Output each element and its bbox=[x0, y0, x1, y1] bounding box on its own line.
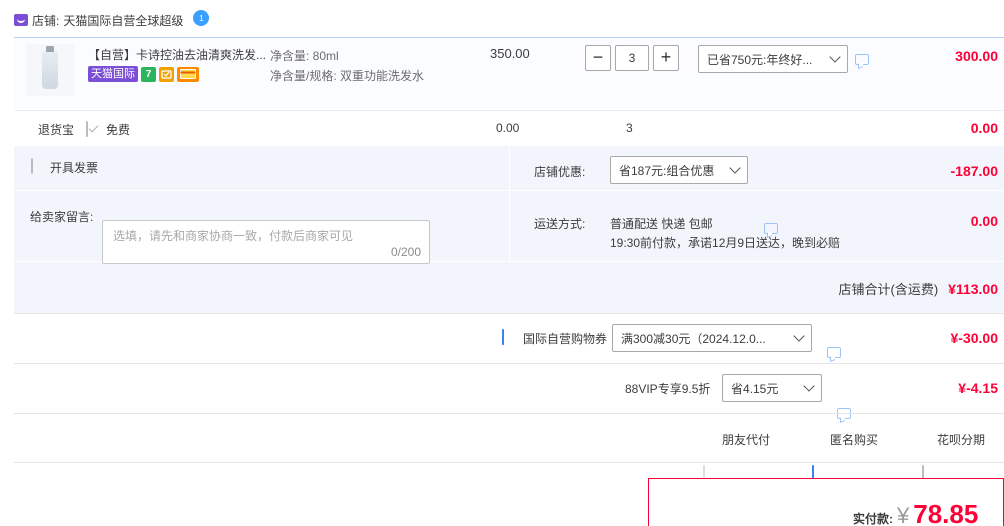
friend-pay-label: 朋友代付 bbox=[722, 433, 771, 447]
item-discount-value: 已省750元:年终好... bbox=[707, 52, 813, 67]
vip-discount-value: 省4.15元 bbox=[731, 381, 779, 396]
chat-badge: 1 bbox=[199, 13, 204, 23]
shop-name[interactable]: 天猫国际自营全球超级 bbox=[63, 12, 183, 29]
payment-summary: 实付款: ¥ 78.85 bbox=[648, 478, 1004, 526]
shipping-label: 运送方式: bbox=[534, 217, 586, 231]
order-details-panel: 开具发票 给卖家留言: 选填，请先和商家协商一致，付款后商家可见 0/200 店… bbox=[14, 146, 1004, 313]
discount-info-icon[interactable] bbox=[855, 54, 869, 65]
return-insurance-checkbox[interactable] bbox=[86, 121, 88, 137]
payment-label: 实付款: bbox=[853, 512, 893, 526]
shop-discount-label: 店铺优惠: bbox=[534, 165, 586, 179]
message-counter: 0/200 bbox=[390, 245, 421, 259]
unit-price: 350.00 bbox=[490, 46, 530, 61]
quantity-input[interactable]: 3 bbox=[615, 45, 649, 71]
item-subtotal: 300.00 bbox=[955, 48, 998, 64]
product-thumbnail[interactable] bbox=[26, 44, 74, 96]
spec-volume: 净含量: 80ml bbox=[270, 49, 339, 63]
shipping-promise: 19:30前付款，承诺12月9日送达，晚到必赔 bbox=[610, 236, 841, 250]
intl-coupon-info-icon[interactable] bbox=[827, 347, 841, 358]
chevron-down-icon bbox=[793, 329, 805, 342]
shipping-amount: 0.00 bbox=[970, 213, 998, 229]
divider bbox=[14, 413, 1004, 414]
shop-discount-amount: -187.00 bbox=[950, 163, 998, 179]
shop-discount-info-icon[interactable] bbox=[764, 223, 778, 234]
product-tags: 天猫国际 7 bbox=[88, 66, 199, 82]
shop-total-amount: ¥113.00 bbox=[948, 281, 998, 297]
vip-label: 88VIP专享9.5折 bbox=[625, 382, 711, 396]
divider bbox=[14, 363, 1004, 364]
intl-coupon-select[interactable]: 满300减30元（2024.12.0... bbox=[612, 324, 812, 352]
shop-label: 店铺: bbox=[32, 13, 60, 28]
return-insurance-row: 退货宝 免费 0.00 3 0.00 bbox=[14, 110, 1004, 146]
guarantee-icon bbox=[159, 66, 174, 82]
panel-divider bbox=[509, 146, 510, 261]
invoice-label: 开具发票 bbox=[50, 161, 99, 175]
shampoo-bottle-icon bbox=[42, 46, 58, 89]
payment-currency: ¥ bbox=[897, 503, 910, 526]
vip-amount: ¥-4.15 bbox=[958, 380, 998, 396]
quantity-increase-button[interactable]: + bbox=[653, 45, 679, 71]
shop-discount-select[interactable]: 省187元:组合优惠 bbox=[610, 156, 748, 184]
message-label: 给卖家留言: bbox=[30, 210, 94, 224]
return-insurance-qty: 3 bbox=[626, 121, 633, 135]
payment-total: 实付款: ¥ 78.85 bbox=[853, 499, 978, 526]
chevron-down-icon bbox=[829, 50, 841, 63]
shop-header: 店铺: 天猫国际自营全球超级 1 bbox=[14, 10, 210, 30]
chevron-down-icon bbox=[729, 161, 741, 174]
shop-discount-value: 省187元:组合优惠 bbox=[619, 163, 715, 178]
item-discount-select[interactable]: 已省750元:年终好... bbox=[698, 45, 848, 73]
shop-total: 店铺合计(含运费) ¥113.00 bbox=[838, 279, 998, 298]
intl-coupon-amount: ¥-30.00 bbox=[950, 330, 998, 346]
anonymous-label: 匿名购买 bbox=[830, 433, 879, 447]
quantity-decrease-button[interactable]: − bbox=[585, 45, 611, 71]
spec-variant: 净含量/规格: 双重功能洗发水 bbox=[270, 69, 425, 83]
invoice-checkbox[interactable] bbox=[31, 158, 33, 174]
return-insurance-price: 0.00 bbox=[496, 121, 520, 135]
tmall-intl-tag: 天猫国际 bbox=[88, 66, 138, 82]
product-spec: 净含量: 80ml 净含量/规格: 双重功能洗发水 bbox=[270, 46, 424, 86]
panel-divider bbox=[14, 190, 509, 191]
product-title[interactable]: 【自营】卡诗控油去油清爽洗发... bbox=[88, 46, 268, 63]
intl-coupon-label: 国际自营购物券 bbox=[523, 332, 608, 346]
message-textarea[interactable]: 选填，请先和商家协商一致，付款后商家可见 0/200 bbox=[102, 220, 430, 264]
return-insurance-label: 退货宝 bbox=[38, 123, 75, 137]
credit-card-icon bbox=[177, 66, 199, 82]
divider bbox=[14, 462, 1004, 463]
vip-discount-select[interactable]: 省4.15元 bbox=[722, 374, 822, 402]
intl-coupon-checkbox[interactable] bbox=[502, 329, 504, 345]
seven-day-return-icon: 7 bbox=[141, 66, 156, 82]
shop-total-label: 店铺合计(含运费) bbox=[838, 282, 939, 297]
huabei-label: 花呗分期 bbox=[937, 433, 986, 447]
shipping-method: 普通配送 快递 包邮 bbox=[610, 217, 713, 231]
quantity-stepper: − 3 + bbox=[585, 45, 679, 71]
chevron-down-icon bbox=[803, 379, 815, 392]
intl-coupon-value: 满300减30元（2024.12.0... bbox=[621, 331, 766, 346]
payment-amount: 78.85 bbox=[913, 499, 979, 526]
return-insurance-option: 免费 bbox=[106, 123, 131, 137]
shop-icon bbox=[14, 14, 28, 26]
return-insurance-amount: 0.00 bbox=[970, 120, 998, 136]
chat-bubble-icon[interactable]: 1 bbox=[193, 10, 210, 26]
divider bbox=[14, 313, 1004, 314]
message-placeholder: 选填，请先和商家协商一致，付款后商家可见 bbox=[113, 229, 354, 243]
product-row: 【自营】卡诗控油去油清爽洗发... 天猫国际 7 净含量: 80ml 净含量/规… bbox=[14, 37, 1004, 109]
panel-divider bbox=[510, 190, 1004, 191]
